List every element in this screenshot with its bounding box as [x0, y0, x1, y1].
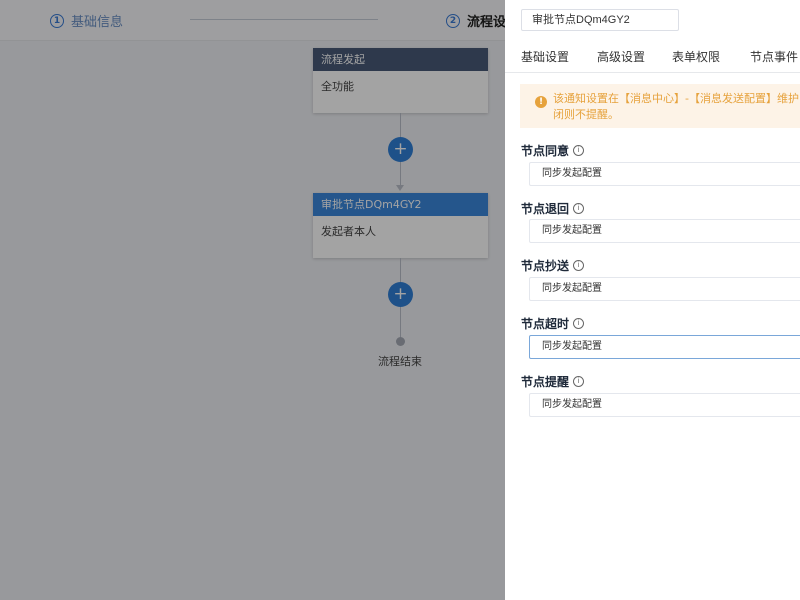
- warning-icon: !: [535, 96, 547, 108]
- node-cc-select[interactable]: 同步发起配置: [529, 277, 800, 301]
- info-icon[interactable]: i: [573, 203, 585, 214]
- node-agree-select[interactable]: 同步发起配置: [529, 162, 800, 186]
- section-node-agree: 节点同意 i: [521, 142, 585, 159]
- section-node-return: 节点退回 i: [521, 200, 585, 217]
- notice-line: 该通知设置在【消息中心】-【消息发送配置】维护，选: [553, 92, 800, 105]
- info-icon[interactable]: i: [573, 376, 585, 387]
- tabs-divider: [505, 72, 800, 73]
- section-label: 节点提醒: [521, 375, 570, 389]
- section-node-timeout: 节点超时 i: [521, 315, 585, 332]
- info-icon[interactable]: i: [573, 260, 585, 271]
- node-return-select[interactable]: 同步发起配置: [529, 219, 800, 243]
- tab-basic-settings[interactable]: 基础设置: [521, 48, 569, 65]
- tab-form-permissions[interactable]: 表单权限: [672, 48, 720, 65]
- node-timeout-select[interactable]: 同步发起配置: [529, 335, 800, 359]
- section-label: 节点抄送: [521, 259, 570, 273]
- node-reminder-select[interactable]: 同步发起配置: [529, 393, 800, 417]
- section-label: 节点超时: [521, 317, 570, 331]
- section-label: 节点退回: [521, 202, 570, 216]
- info-icon[interactable]: i: [573, 318, 585, 329]
- notification-notice: ! 该通知设置在【消息中心】-【消息发送配置】维护，选 闭则不提醒。: [520, 84, 800, 128]
- node-name-input[interactable]: [521, 9, 679, 31]
- section-node-cc: 节点抄送 i: [521, 257, 585, 274]
- notice-line: 闭则不提醒。: [553, 108, 619, 121]
- section-label: 节点同意: [521, 144, 570, 158]
- node-settings-drawer: 基础设置 高级设置 表单权限 节点事件 ! 该通知设置在【消息中心】-【消息发送…: [505, 0, 800, 600]
- tab-advanced-settings[interactable]: 高级设置: [597, 48, 645, 65]
- info-icon[interactable]: i: [573, 145, 585, 156]
- tab-node-events[interactable]: 节点事件: [750, 48, 798, 65]
- settings-tabs: 基础设置 高级设置 表单权限 节点事件: [505, 48, 800, 66]
- section-node-reminder: 节点提醒 i: [521, 373, 585, 390]
